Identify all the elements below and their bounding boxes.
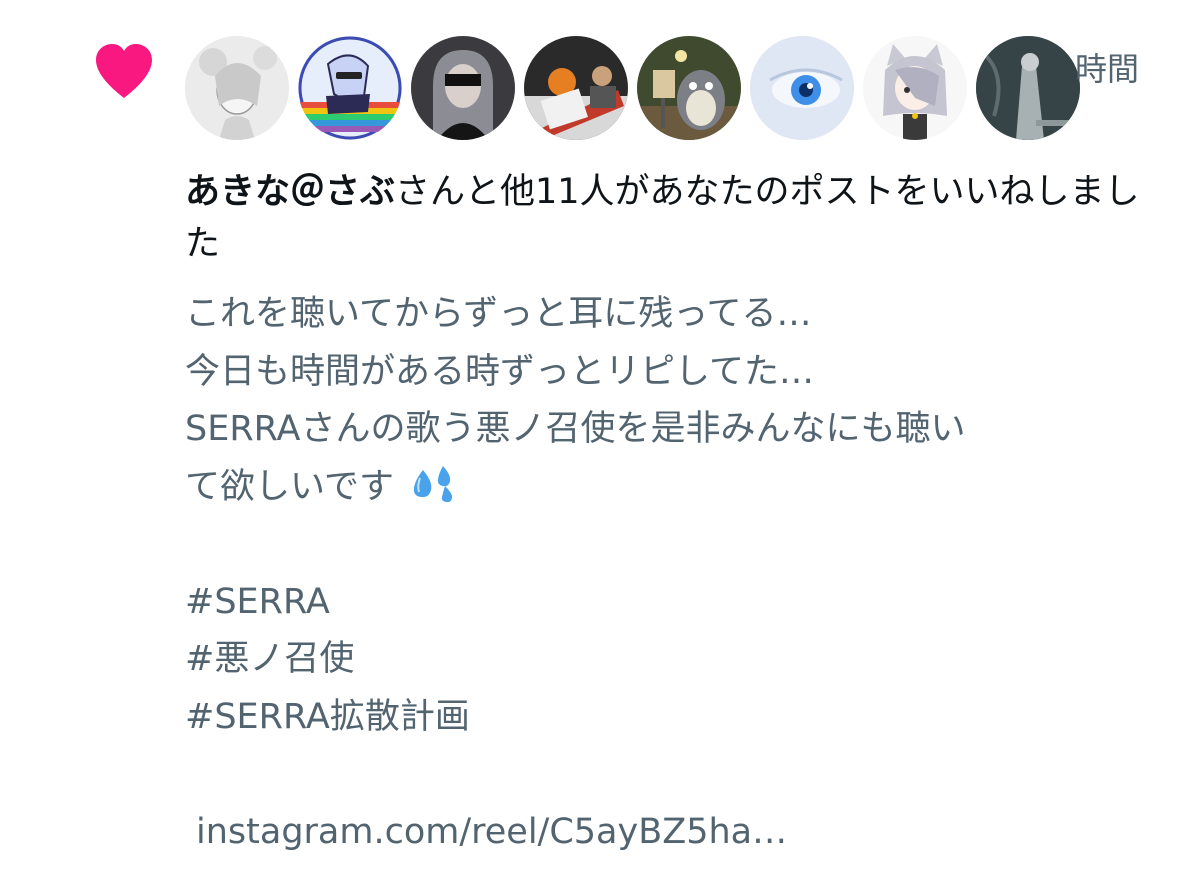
post-line: これを聴いてからずっと耳に残ってる… (185, 294, 812, 334)
post-line: SERRAさんの歌う悪ノ召使を是非みんなにも聴い (185, 409, 966, 449)
post-line: 今日も時間がある時ずっとリピしてた… (185, 351, 814, 392)
liker-avatars (185, 36, 1080, 140)
avatar[interactable] (637, 36, 741, 140)
hashtag-link[interactable]: #SERRA拡散計画 (185, 689, 1145, 747)
hashtag-link[interactable]: #悪ノ召使 (185, 631, 1145, 689)
avatar[interactable] (298, 36, 402, 140)
post-line: て欲しいです (185, 466, 394, 507)
hashtag-link[interactable]: #SERRA (185, 574, 1145, 632)
liker-name[interactable]: あきな＠さぶ (185, 172, 395, 212)
avatar[interactable] (411, 36, 515, 140)
avatar[interactable] (976, 36, 1080, 140)
like-notification[interactable]: 時間 あきな＠さぶさんと他11人があなたのポストをいいねしました これを聴いてか… (0, 0, 1179, 881)
avatar[interactable] (750, 36, 854, 140)
heart-icon (96, 44, 152, 98)
sweat-droplets-icon (413, 465, 453, 502)
timestamp: 時間 (1075, 50, 1140, 88)
avatar[interactable] (863, 36, 967, 140)
like-summary: あきな＠さぶさんと他11人があなたのポストをいいねしました (185, 166, 1145, 270)
post-text: これを聴いてからずっと耳に残ってる… 今日も時間がある時ずっとリピしてた… SE… (185, 286, 1145, 746)
external-link[interactable]: instagram.com/reel/C5ayBZ5ha… (196, 806, 787, 858)
avatar[interactable] (524, 36, 628, 140)
avatar[interactable] (185, 36, 289, 140)
post-line-with-emoji: て欲しいです (185, 459, 1145, 517)
